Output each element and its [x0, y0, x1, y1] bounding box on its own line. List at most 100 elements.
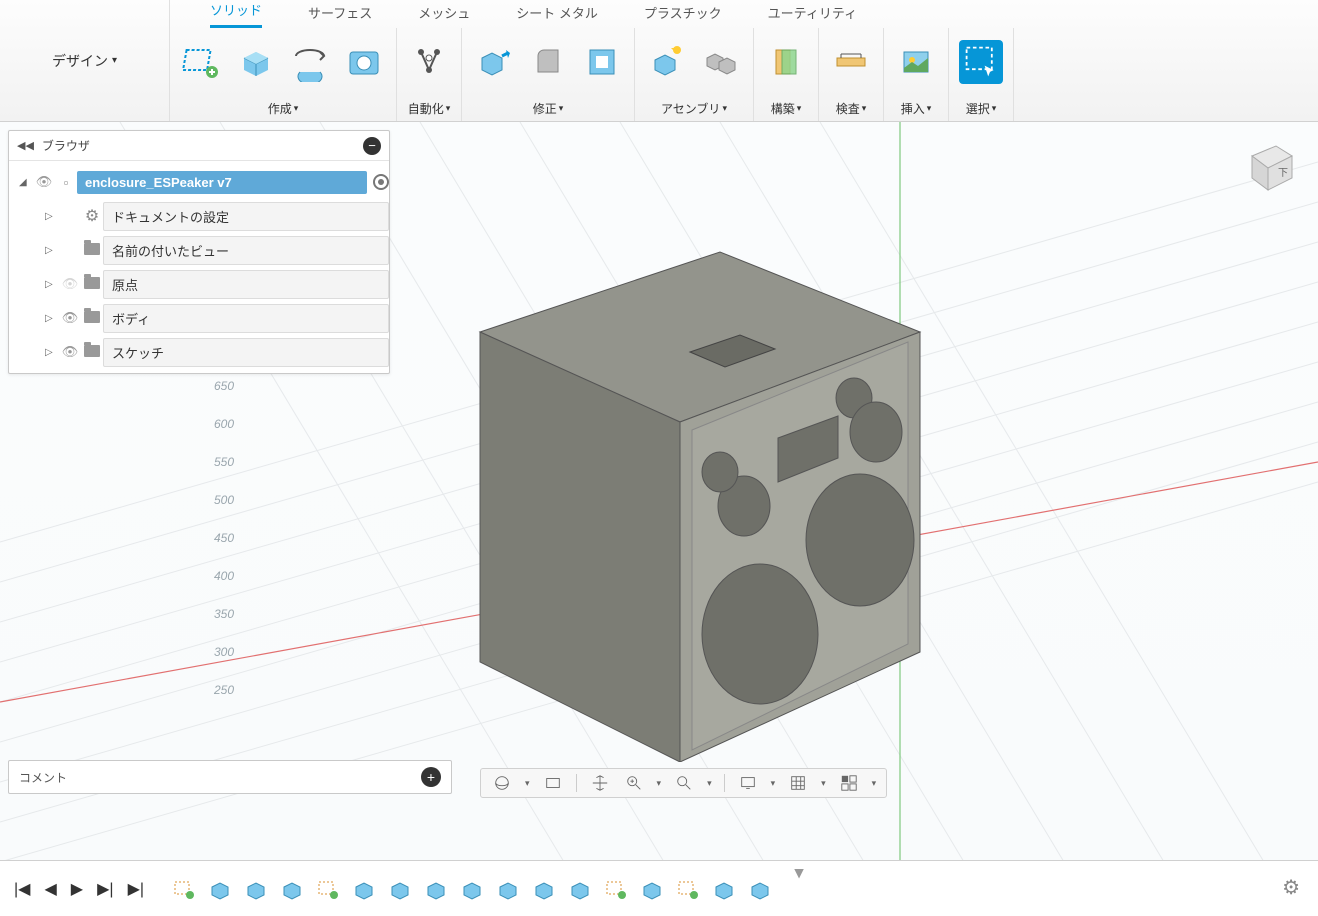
- folder-icon: [81, 311, 103, 326]
- tree-toggle-icon[interactable]: ◢: [19, 177, 33, 188]
- timeline-step[interactable]: [388, 877, 412, 901]
- timeline-step[interactable]: [244, 877, 268, 901]
- timeline-prev-icon[interactable]: ◀: [44, 879, 56, 899]
- timeline-settings-icon[interactable]: ⚙: [1282, 875, 1300, 900]
- tab-plastic[interactable]: プラスチック: [644, 3, 722, 28]
- joint-icon[interactable]: [699, 40, 743, 84]
- revolve-icon[interactable]: [288, 40, 332, 84]
- timeline: |◀ ◀ ▶ ▶| ▶| ⚙: [0, 860, 1318, 916]
- timeline-step[interactable]: [496, 877, 520, 901]
- tree-toggle-icon[interactable]: ▷: [45, 313, 59, 324]
- tab-utility[interactable]: ユーティリティ: [768, 3, 857, 28]
- tab-mesh[interactable]: メッシュ: [418, 3, 470, 28]
- tree-item-sketches[interactable]: スケッチ: [103, 338, 389, 367]
- timeline-step[interactable]: [676, 877, 700, 901]
- timeline-step[interactable]: [352, 877, 376, 901]
- measure-icon[interactable]: [829, 40, 873, 84]
- browser-minimize-icon[interactable]: −: [363, 137, 381, 155]
- pan-icon[interactable]: [589, 772, 611, 794]
- look-at-icon[interactable]: [542, 772, 564, 794]
- group-automate-label[interactable]: 自動化: [408, 100, 451, 117]
- visibility-icon[interactable]: 👁: [59, 310, 81, 326]
- folder-icon: [81, 345, 103, 360]
- timeline-step[interactable]: [208, 877, 232, 901]
- tree-item-named-views[interactable]: 名前の付いたビュー: [103, 236, 389, 265]
- view-toolbar: ▾ ▾ ▾ ▾ ▾ ▾: [480, 768, 887, 798]
- timeline-end-icon[interactable]: ▶|: [128, 879, 144, 899]
- group-construct-label[interactable]: 構築: [771, 100, 802, 117]
- design-workspace-button[interactable]: デザイン: [0, 0, 170, 121]
- tab-sheetmetal[interactable]: シート メタル: [516, 3, 598, 28]
- timeline-step[interactable]: [424, 877, 448, 901]
- browser-panel: ◀◀ ブラウザ − ◢ 👁 ▫ enclosure_ESPeaker v7 ▷ …: [8, 130, 390, 374]
- group-create-label[interactable]: 作成: [268, 100, 299, 117]
- svg-text:下: 下: [1278, 168, 1288, 179]
- tab-solid[interactable]: ソリッド: [210, 0, 262, 28]
- visibility-icon[interactable]: 👁: [33, 174, 55, 190]
- group-inspect-label[interactable]: 検査: [836, 100, 867, 117]
- timeline-play-icon[interactable]: ▶: [71, 879, 83, 899]
- viewport-icon[interactable]: [838, 772, 860, 794]
- ruler-y: 700650600550500 450400350300250: [198, 342, 234, 722]
- group-modify-label[interactable]: 修正: [533, 100, 564, 117]
- sketch-icon[interactable]: [180, 40, 224, 84]
- timeline-step[interactable]: [172, 877, 196, 901]
- tree-item-origin[interactable]: 原点: [103, 270, 389, 299]
- timeline-step[interactable]: [280, 877, 304, 901]
- tab-surface[interactable]: サーフェス: [308, 3, 372, 28]
- tree-item-bodies[interactable]: ボディ: [103, 304, 389, 333]
- ribbon: デザイン ソリッド サーフェス メッシュ シート メタル プラスチック ユーティ…: [0, 0, 1318, 122]
- press-pull-icon[interactable]: [472, 40, 516, 84]
- viewcube[interactable]: 下: [1236, 136, 1300, 200]
- ribbon-tabs: ソリッド サーフェス メッシュ シート メタル プラスチック ユーティリティ: [170, 0, 1318, 28]
- add-comment-icon[interactable]: +: [421, 767, 441, 787]
- tree-toggle-icon[interactable]: ▷: [45, 245, 59, 256]
- comment-label: コメント: [19, 769, 421, 786]
- timeline-marker[interactable]: [792, 869, 806, 883]
- group-assembly-label[interactable]: アセンブリ: [661, 100, 727, 117]
- activate-radio-icon[interactable]: [373, 174, 389, 190]
- timeline-next-icon[interactable]: ▶|: [97, 879, 113, 899]
- tree-root[interactable]: enclosure_ESPeaker v7: [77, 171, 367, 194]
- orbit-icon[interactable]: [491, 772, 513, 794]
- timeline-step[interactable]: [604, 877, 628, 901]
- comment-bar[interactable]: コメント +: [8, 760, 452, 794]
- model-3d[interactable]: [360, 202, 960, 762]
- timeline-step[interactable]: [748, 877, 772, 901]
- display-icon[interactable]: [737, 772, 759, 794]
- timeline-steps: [172, 877, 772, 901]
- browser-title: ブラウザ: [42, 137, 363, 154]
- tree-toggle-icon[interactable]: ▷: [45, 279, 59, 290]
- timeline-step[interactable]: [568, 877, 592, 901]
- folder-icon: [81, 243, 103, 258]
- folder-icon: [81, 277, 103, 292]
- automate-icon[interactable]: [407, 40, 451, 84]
- insert-icon[interactable]: [894, 40, 938, 84]
- timeline-start-icon[interactable]: |◀: [14, 879, 30, 899]
- select-icon[interactable]: [959, 40, 1003, 84]
- visibility-icon[interactable]: 👁: [59, 276, 81, 292]
- grid-icon[interactable]: [787, 772, 809, 794]
- timeline-step[interactable]: [532, 877, 556, 901]
- group-select-label[interactable]: 選択: [966, 100, 997, 117]
- canvas[interactable]: 700650600550500 450400350300250 下 ◀◀ ブラ: [0, 122, 1318, 860]
- construct-icon[interactable]: [764, 40, 808, 84]
- tree-toggle-icon[interactable]: ▷: [45, 211, 59, 222]
- new-component-icon[interactable]: [645, 40, 689, 84]
- fillet-icon[interactable]: [526, 40, 570, 84]
- zoom-icon[interactable]: [623, 772, 645, 794]
- browser-collapse-icon[interactable]: ◀◀: [17, 139, 34, 152]
- hole-icon[interactable]: [342, 40, 386, 84]
- timeline-step[interactable]: [712, 877, 736, 901]
- visibility-icon[interactable]: 👁: [59, 344, 81, 360]
- timeline-step[interactable]: [640, 877, 664, 901]
- gear-icon: ⚙: [81, 206, 103, 226]
- extrude-icon[interactable]: [234, 40, 278, 84]
- group-insert-label[interactable]: 挿入: [901, 100, 932, 117]
- timeline-step[interactable]: [316, 877, 340, 901]
- tree-toggle-icon[interactable]: ▷: [45, 347, 59, 358]
- zoom-window-icon[interactable]: [673, 772, 695, 794]
- timeline-step[interactable]: [460, 877, 484, 901]
- tree-item-doc-settings[interactable]: ドキュメントの設定: [103, 202, 389, 231]
- shell-icon[interactable]: [580, 40, 624, 84]
